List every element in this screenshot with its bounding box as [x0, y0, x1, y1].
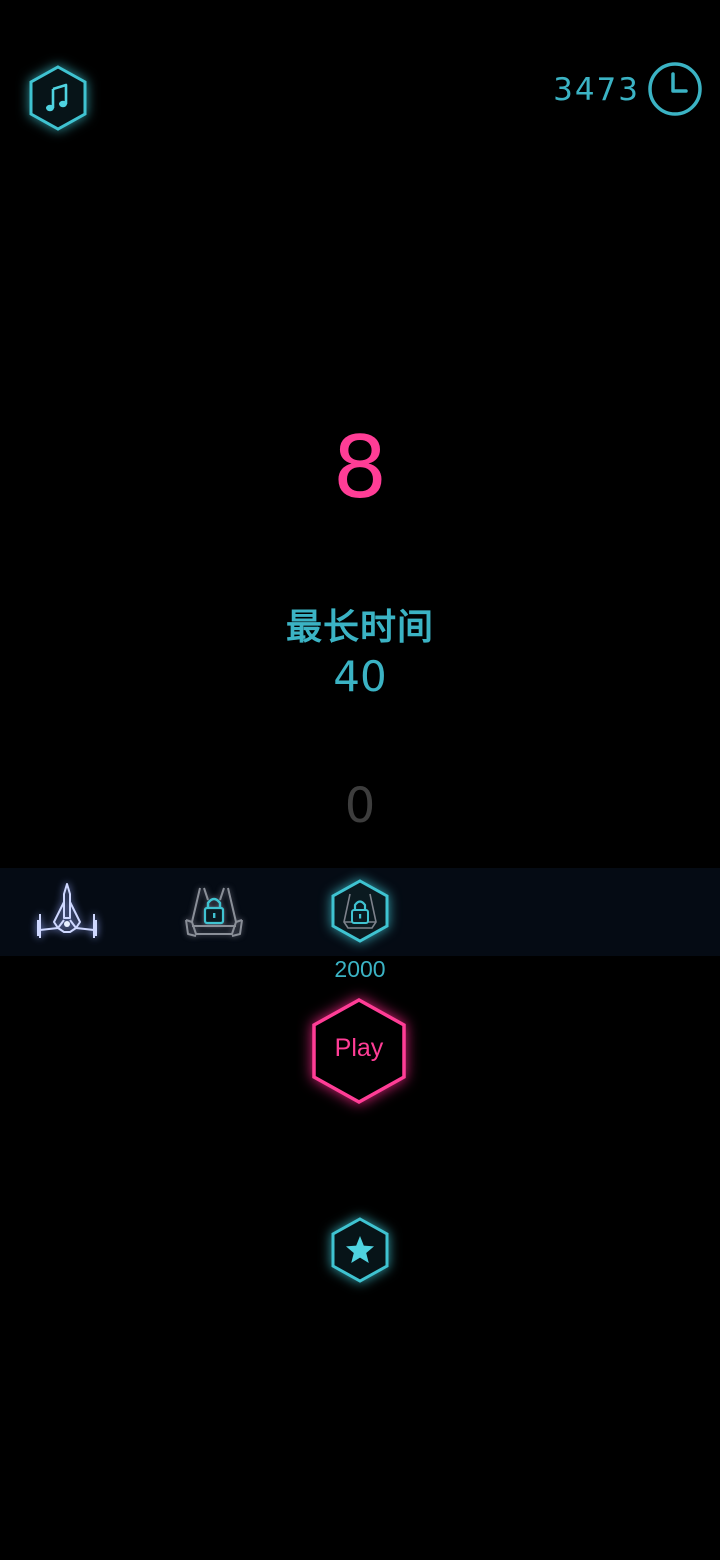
ship-hex-locked[interactable] — [328, 878, 392, 944]
play-button-label[interactable]: Play — [308, 1034, 410, 1063]
best-time-value: 40 — [333, 652, 387, 701]
lock-icon — [203, 897, 225, 925]
total-time-value: 3473 — [553, 72, 640, 108]
ship-tank-locked[interactable] — [182, 880, 246, 942]
music-button[interactable] — [26, 64, 90, 132]
current-score: 8 — [332, 418, 388, 518]
rate-button[interactable] — [328, 1216, 392, 1284]
clock-icon — [648, 62, 702, 116]
ship-price: 2000 — [334, 956, 386, 982]
coin-count: 0 — [344, 778, 376, 834]
best-time-label: 最长时间 — [285, 607, 434, 648]
ship-fighter[interactable] — [34, 880, 100, 942]
